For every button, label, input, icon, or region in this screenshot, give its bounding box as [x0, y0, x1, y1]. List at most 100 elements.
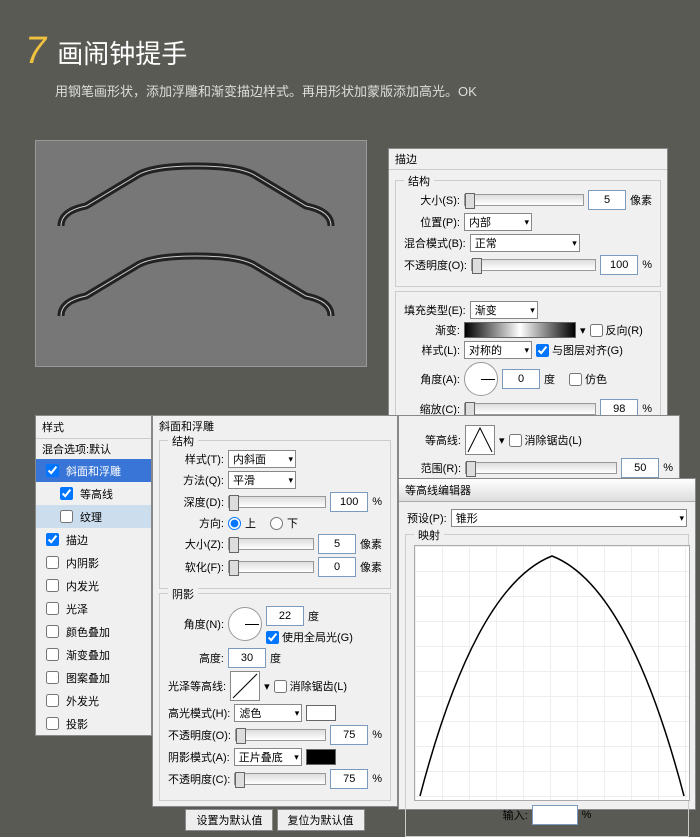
- size-input[interactable]: [588, 190, 626, 210]
- sh-opac-label: 不透明度(C):: [168, 771, 230, 787]
- range-label: 范围(R):: [405, 460, 461, 476]
- sh-color-swatch[interactable]: [306, 749, 336, 765]
- grad-overlay-item[interactable]: 渐变叠加: [36, 643, 151, 666]
- opac-slider[interactable]: [471, 259, 596, 271]
- hi-opac-label: 不透明度(O):: [168, 727, 231, 743]
- alt-label: 高度:: [168, 650, 224, 666]
- depth-label: 深度(D):: [168, 494, 224, 510]
- tech-label: 方法(Q):: [168, 472, 224, 488]
- fill-dropdown[interactable]: 渐变: [470, 301, 538, 319]
- tech-dropdown[interactable]: 平滑: [228, 471, 296, 489]
- reset-default-button[interactable]: 复位为默认值: [277, 809, 365, 831]
- step-desc: 用钢笔画形状，添加浮雕和渐变描边样式。再用形状加蒙版添加高光。OK: [55, 81, 675, 100]
- preset-dropdown[interactable]: 锥形: [451, 509, 687, 527]
- preview-canvas: [35, 140, 367, 367]
- sh-opac-slider[interactable]: [234, 773, 326, 785]
- angle-dial[interactable]: [464, 362, 498, 396]
- gloss-label: 光泽等高线:: [168, 678, 226, 694]
- bevel-item[interactable]: 斜面和浮雕: [36, 459, 151, 482]
- pattern-overlay-item[interactable]: 图案叠加: [36, 666, 151, 689]
- editor-title: 等高线编辑器: [399, 479, 695, 502]
- gradient-bar[interactable]: [464, 322, 576, 338]
- sh-dropdown[interactable]: 正片叠底: [234, 748, 302, 766]
- texture-item[interactable]: 纹理: [36, 505, 151, 528]
- bsize-slider[interactable]: [228, 538, 314, 550]
- outer-glow-item[interactable]: 外发光: [36, 689, 151, 712]
- blend-dropdown[interactable]: 正常: [470, 234, 580, 252]
- curve-canvas[interactable]: [414, 545, 690, 801]
- blend-options-item[interactable]: 混合选项:默认: [36, 439, 151, 459]
- gloss-arrow-icon[interactable]: ▾: [264, 680, 270, 693]
- dither-check[interactable]: 仿色: [569, 371, 607, 387]
- scale-slider[interactable]: [464, 403, 596, 415]
- contour-anti-check[interactable]: 消除锯齿(L): [509, 432, 582, 448]
- pos-label: 位置(P):: [404, 214, 460, 230]
- angle-label: 角度(A):: [404, 371, 460, 387]
- step-title: 画闹钟提手: [57, 34, 187, 71]
- bsize-label: 大小(Z):: [168, 536, 224, 552]
- satin-item[interactable]: 光泽: [36, 597, 151, 620]
- struct-legend: 结构: [404, 173, 434, 189]
- blend-label: 混合模式(B):: [404, 235, 466, 251]
- inner-glow-item[interactable]: 内发光: [36, 574, 151, 597]
- bevel-angle-dial[interactable]: [228, 607, 262, 641]
- inner-shadow-item[interactable]: 内阴影: [36, 551, 151, 574]
- drop-shadow-item[interactable]: 投影: [36, 712, 151, 735]
- preset-label: 预设(P):: [407, 510, 447, 526]
- dir-down-radio[interactable]: [270, 517, 283, 530]
- dir-up-radio[interactable]: [228, 517, 241, 530]
- bevel-struct: 结构: [168, 433, 198, 449]
- contour-thumb[interactable]: [465, 425, 495, 455]
- contour-arrow-icon[interactable]: ▾: [499, 434, 505, 447]
- size-slider[interactable]: [464, 194, 584, 206]
- pct: %: [642, 259, 652, 271]
- bstyle-label: 样式(T):: [168, 451, 224, 467]
- gloss-anti-check[interactable]: 消除锯齿(L): [274, 678, 347, 694]
- range-input[interactable]: [621, 458, 659, 478]
- size-unit: 像素: [630, 192, 652, 208]
- sh-opac-input[interactable]: [330, 769, 368, 789]
- hi-color-swatch[interactable]: [306, 705, 336, 721]
- hi-opac-slider[interactable]: [235, 729, 326, 741]
- contour-item[interactable]: 等高线: [36, 482, 151, 505]
- hi-opac-input[interactable]: [330, 725, 368, 745]
- set-default-button[interactable]: 设置为默认值: [185, 809, 273, 831]
- opac-label: 不透明度(O):: [404, 257, 467, 273]
- soft-slider[interactable]: [228, 561, 314, 573]
- angle-input[interactable]: [502, 369, 540, 389]
- gstyle-label: 样式(L):: [404, 342, 460, 358]
- deg: 度: [544, 371, 555, 387]
- bangle-input[interactable]: [266, 606, 304, 626]
- styles-list: 样式 混合选项:默认 斜面和浮雕 等高线 纹理 描边 内阴影 内发光 光泽 颜色…: [35, 415, 152, 736]
- curve-input[interactable]: [532, 805, 578, 825]
- global-check[interactable]: 使用全局光(G): [266, 629, 353, 645]
- bevel-panel: 斜面和浮雕 结构 样式(T):内斜面 方法(Q):平滑 深度(D):% 方向:上…: [152, 415, 398, 807]
- gloss-contour[interactable]: [230, 671, 260, 701]
- pct2: %: [642, 403, 652, 415]
- color-overlay-item[interactable]: 颜色叠加: [36, 620, 151, 643]
- bstyle-dropdown[interactable]: 内斜面: [228, 450, 296, 468]
- hi-label: 高光模式(H):: [168, 705, 230, 721]
- gstyle-dropdown[interactable]: 对称的: [464, 341, 532, 359]
- grad-arrow-icon[interactable]: ▾: [580, 324, 586, 337]
- reverse-check[interactable]: 反向(R): [590, 322, 643, 338]
- styles-header: 样式: [36, 416, 151, 439]
- dir-label: 方向:: [168, 515, 224, 531]
- alt-input[interactable]: [228, 648, 266, 668]
- depth-slider[interactable]: [228, 496, 326, 508]
- stroke-item[interactable]: 描边: [36, 528, 151, 551]
- opac-input[interactable]: [600, 255, 638, 275]
- contour-label: 等高线:: [405, 432, 461, 448]
- stroke-panel: 描边 结构 大小(S):像素 位置(P):内部 混合模式(B):正常 不透明度(…: [388, 148, 668, 436]
- pos-dropdown[interactable]: 内部: [464, 213, 532, 231]
- soft-input[interactable]: [318, 557, 356, 577]
- align-check[interactable]: 与图层对齐(G): [536, 342, 623, 358]
- map-legend: 映射: [414, 527, 444, 543]
- sh-label: 阴影模式(A):: [168, 749, 230, 765]
- range-slider[interactable]: [465, 462, 617, 474]
- grad-label: 渐变:: [404, 322, 460, 338]
- step-number: 7: [25, 30, 46, 73]
- hi-dropdown[interactable]: 滤色: [234, 704, 302, 722]
- depth-input[interactable]: [330, 492, 368, 512]
- bsize-input[interactable]: [318, 534, 356, 554]
